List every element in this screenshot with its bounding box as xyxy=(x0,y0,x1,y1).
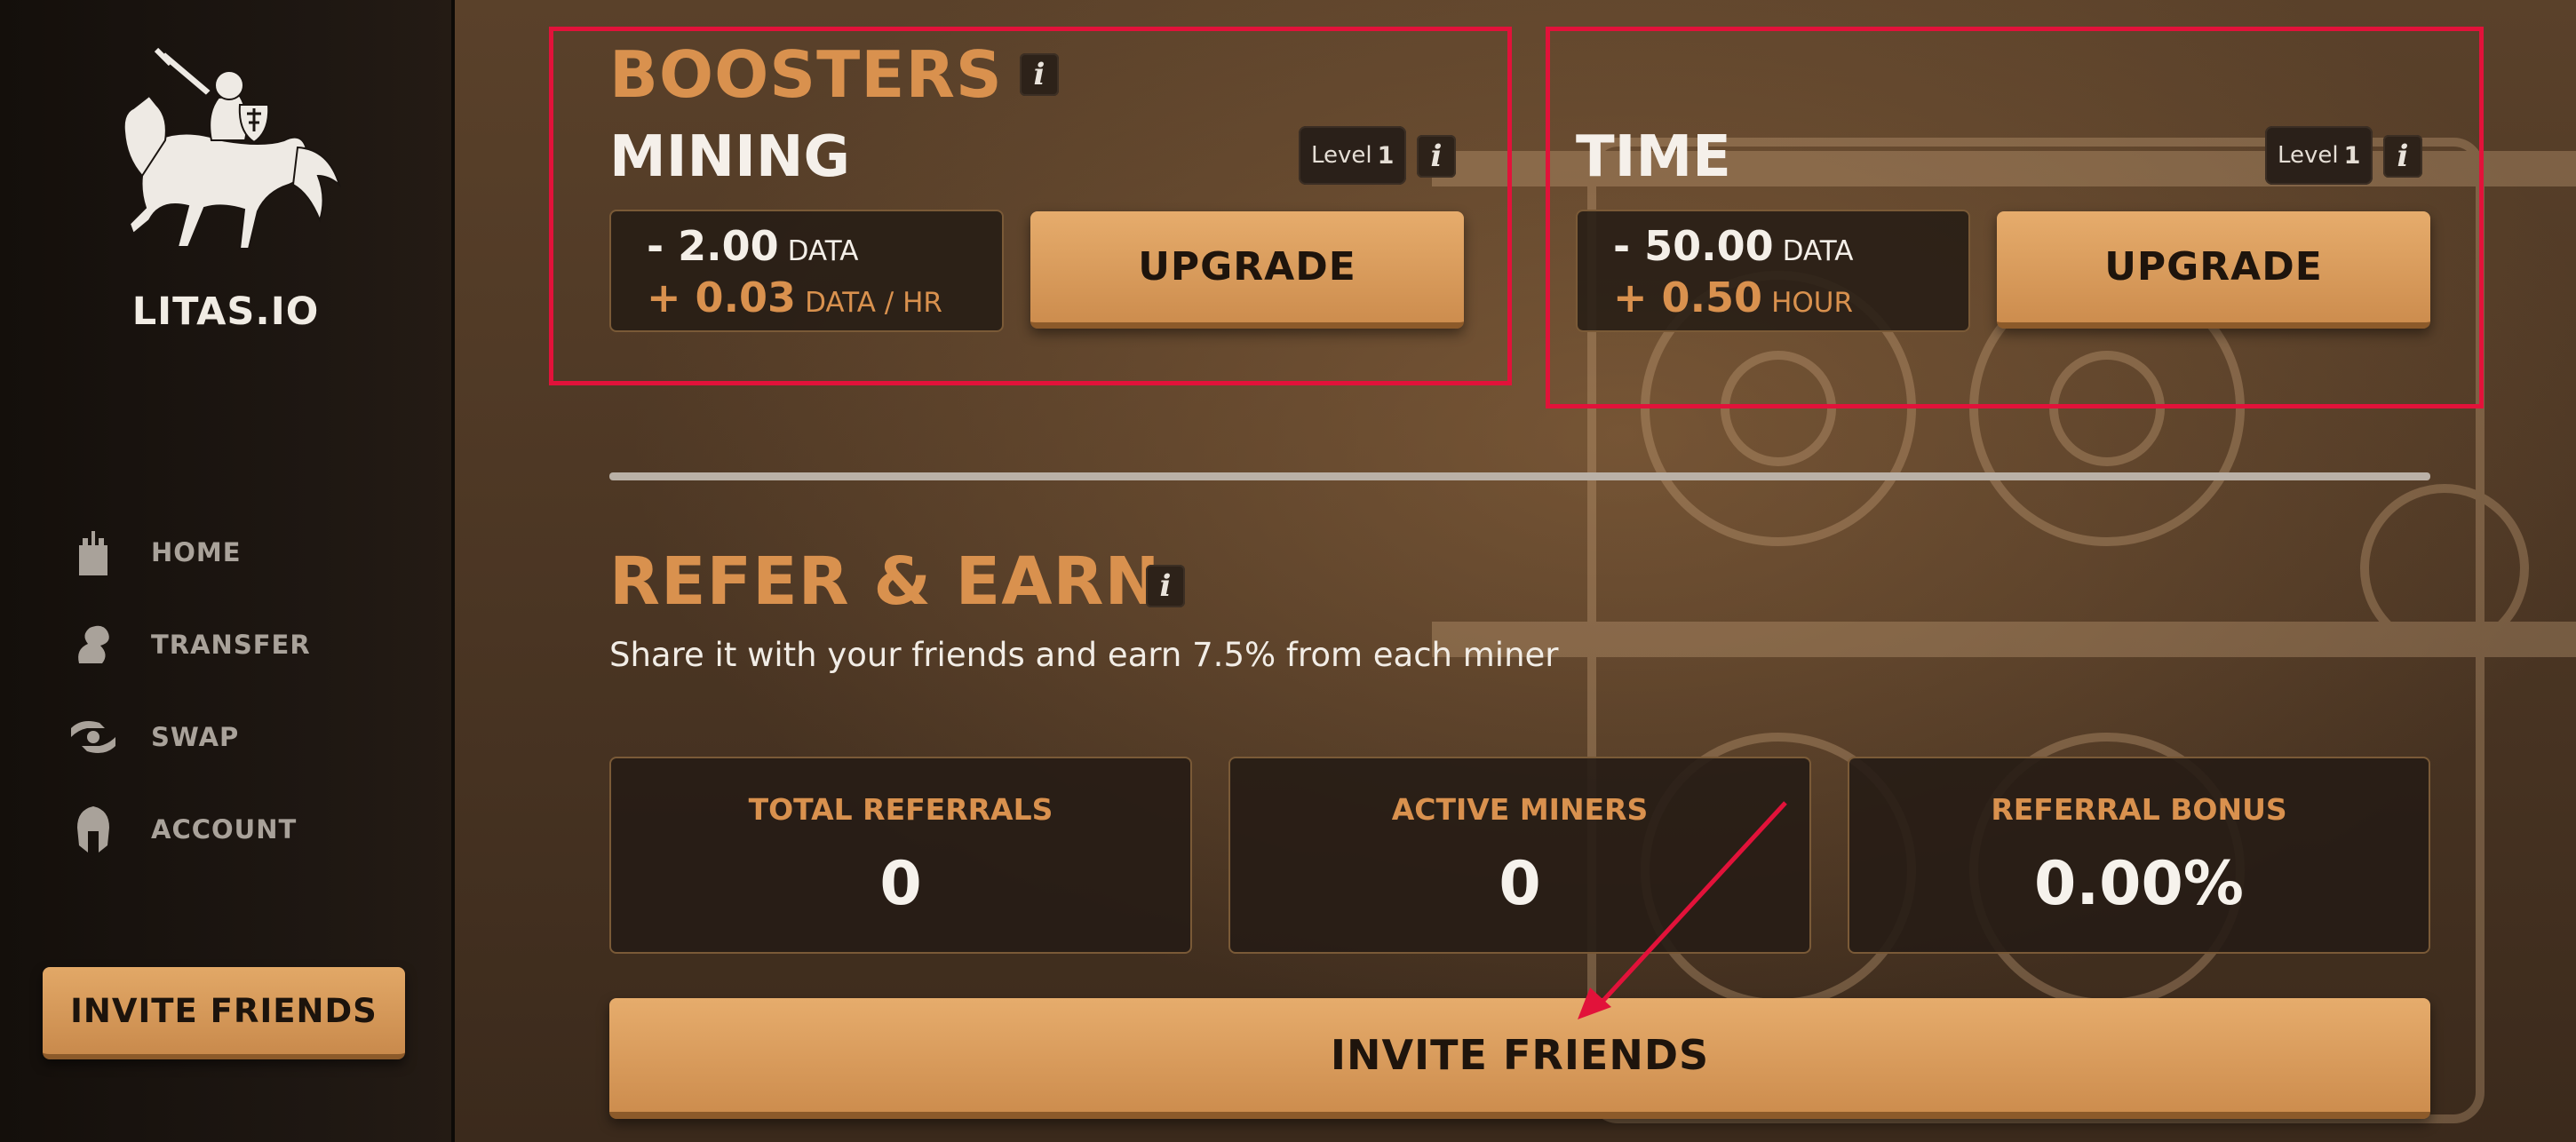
card-label: ACTIVE MINERS xyxy=(1391,792,1649,827)
sidebar-item-home[interactable]: HOME xyxy=(68,506,311,599)
card-value: 0 xyxy=(1499,849,1541,919)
sidebar-item-label: SWAP xyxy=(151,722,240,752)
card-value: 0 xyxy=(879,849,922,919)
card-label: TOTAL REFERRALS xyxy=(748,792,1053,827)
referral-bonus-card: REFERRAL BONUS 0.00% xyxy=(1848,757,2430,954)
sidebar-item-label: HOME xyxy=(151,537,242,567)
sidebar: LITAS.IO HOME TRANSFER SWAP ACCOUNT INVI… xyxy=(0,0,455,1142)
section-divider xyxy=(609,472,2430,480)
knight-logo-icon[interactable] xyxy=(107,43,345,282)
sidebar-item-swap[interactable]: SWAP xyxy=(68,691,311,783)
helmet-icon xyxy=(68,804,119,855)
active-miners-card: ACTIVE MINERS 0 xyxy=(1228,757,1811,954)
brand-name: LITAS.IO xyxy=(131,289,320,334)
sidebar-item-label: ACCOUNT xyxy=(151,814,298,845)
mining-highlight-frame xyxy=(549,27,1512,385)
swap-icon xyxy=(68,711,119,763)
castle-icon xyxy=(68,527,119,578)
total-referrals-card: TOTAL REFERRALS 0 xyxy=(609,757,1192,954)
sidebar-item-label: TRANSFER xyxy=(151,630,311,660)
sidebar-item-transfer[interactable]: TRANSFER xyxy=(68,599,311,691)
transfer-icon xyxy=(68,619,119,670)
invite-friends-button[interactable]: INVITE FRIENDS xyxy=(609,998,2430,1119)
refer-info-icon[interactable]: i xyxy=(1146,565,1185,607)
card-label: REFERRAL BONUS xyxy=(1991,792,2287,827)
card-value: 0.00% xyxy=(2034,849,2244,919)
refer-earn-title: REFER & EARN xyxy=(609,543,1161,620)
time-highlight-frame xyxy=(1546,27,2484,408)
sidebar-item-account[interactable]: ACCOUNT xyxy=(68,783,311,876)
sidebar-nav: HOME TRANSFER SWAP ACCOUNT xyxy=(68,506,311,876)
sidebar-invite-friends-button[interactable]: INVITE FRIENDS xyxy=(43,967,405,1059)
refer-description: Share it with your friends and earn 7.5%… xyxy=(609,636,1559,674)
